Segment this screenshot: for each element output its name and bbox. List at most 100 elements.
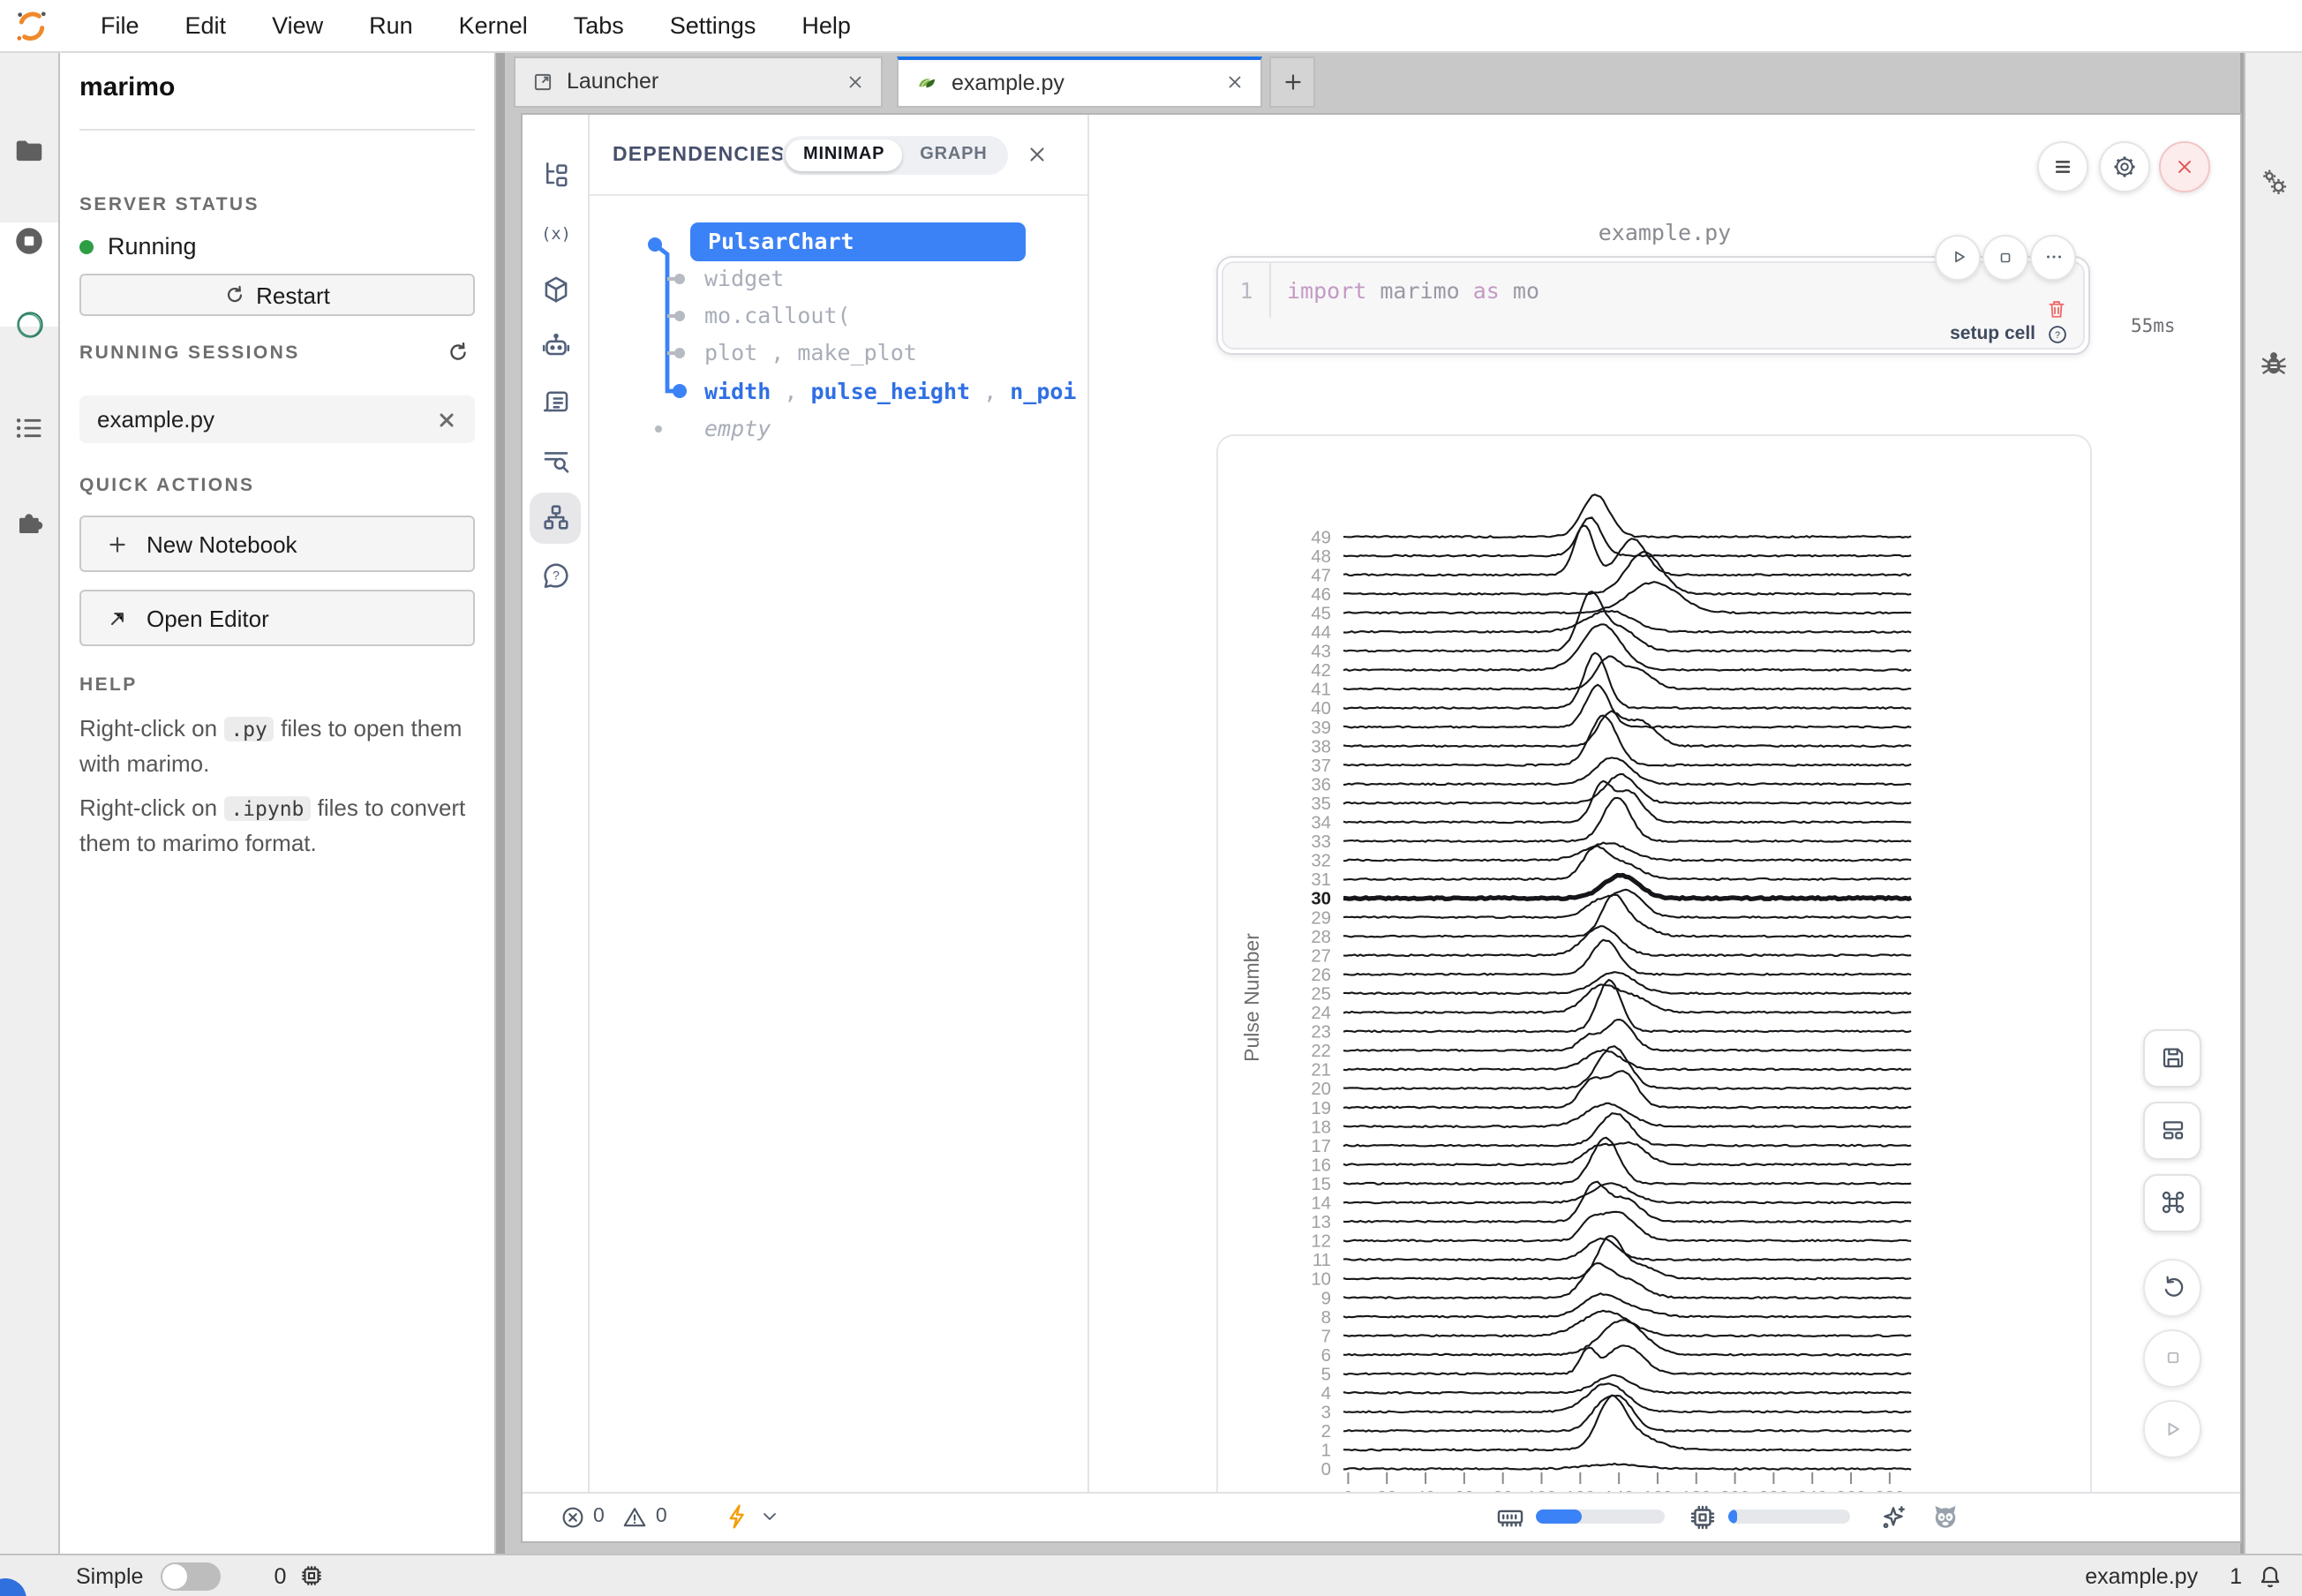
logs-button[interactable]	[523, 379, 588, 425]
svg-text:0: 0	[1321, 1460, 1331, 1479]
marimo-cat-icon[interactable]	[1930, 1501, 1961, 1532]
tab-example-label: example.py	[952, 70, 1064, 94]
undo-icon	[2158, 1273, 2186, 1301]
warnings-icon[interactable]	[622, 1503, 649, 1530]
run-mode-bolt-icon[interactable]	[724, 1502, 752, 1531]
session-item[interactable]: example.py	[79, 395, 475, 443]
statusbar-filename[interactable]: example.py	[2085, 1563, 2198, 1588]
variables-button[interactable]: (x)	[523, 209, 588, 255]
new-tab-button[interactable]	[1269, 56, 1315, 107]
menu-edit[interactable]: Edit	[162, 0, 250, 51]
stop-square-icon	[2160, 1345, 2185, 1370]
layout-panels-icon	[2158, 1116, 2186, 1144]
packages-button[interactable]	[523, 266, 588, 312]
file-tree-button[interactable]	[523, 151, 588, 197]
tree-node-callout[interactable]: mo.callout(	[704, 297, 851, 334]
svg-text:Pulse Number: Pulse Number	[1240, 933, 1263, 1062]
dependencies-button[interactable]	[523, 493, 588, 539]
simple-mode-toggle[interactable]	[161, 1562, 221, 1590]
debugger-tab[interactable]	[2246, 343, 2302, 385]
marimo-ring-icon	[11, 307, 47, 343]
layout-button[interactable]	[2143, 1101, 2201, 1159]
svg-text:16: 16	[1311, 1156, 1331, 1175]
chevron-down-icon[interactable]	[759, 1506, 780, 1527]
svg-text:25: 25	[1311, 984, 1331, 1004]
arrow-up-right-icon	[106, 606, 129, 629]
setup-cell-footer: setup cell ?	[1223, 317, 2083, 350]
table-of-contents-tab[interactable]	[0, 406, 58, 448]
menu-kernel[interactable]: Kernel	[436, 0, 551, 51]
notebook-settings-button[interactable]	[2099, 140, 2150, 192]
bell-icon[interactable]	[2256, 1562, 2284, 1590]
run-cell-button[interactable]	[1935, 234, 1981, 280]
close-session-icon[interactable]	[436, 409, 457, 430]
notebook-footer: 0 0	[523, 1491, 2240, 1540]
menu-tabs[interactable]: Tabs	[551, 0, 647, 51]
tree-node-width-pulse-height[interactable]: width , pulse_height , n_poi	[704, 372, 1077, 409]
menu-file[interactable]: File	[78, 0, 162, 51]
tree-node-pulsarchart[interactable]: PulsarChart	[690, 222, 1026, 260]
ellipsis-icon	[2042, 245, 2065, 268]
errors-icon[interactable]	[560, 1503, 586, 1530]
variables-icon: (x)	[538, 216, 573, 248]
play-icon	[1946, 245, 1969, 268]
error-count: 0	[593, 1506, 605, 1527]
cell-more-button[interactable]	[2030, 234, 2076, 280]
extensions-tab[interactable]	[0, 501, 58, 544]
svg-text:27: 27	[1311, 946, 1331, 966]
run-all-button[interactable]	[2143, 1399, 2201, 1457]
ipynb-extension-chip: .ipynb	[223, 796, 311, 821]
save-notebook-button[interactable]	[2143, 1028, 2201, 1087]
svg-text:4: 4	[1321, 1384, 1331, 1404]
ai-sparkle-icon[interactable]	[1878, 1502, 1908, 1532]
keyboard-shortcuts-button[interactable]	[2143, 1173, 2201, 1231]
tree-node-plot[interactable]: plot , make_plot	[704, 334, 917, 371]
menu-settings[interactable]: Settings	[647, 0, 779, 51]
running-kernels-tab[interactable]	[0, 219, 58, 261]
svg-text:49: 49	[1311, 528, 1331, 547]
shutdown-button[interactable]	[2159, 140, 2210, 192]
svg-text:6: 6	[1321, 1346, 1331, 1366]
file-browser-tab[interactable]	[0, 129, 58, 171]
svg-text:?: ?	[552, 568, 559, 583]
tree-node-widget[interactable]: widget	[704, 260, 784, 297]
chip-icon[interactable]	[298, 1562, 325, 1589]
gears-icon	[2257, 165, 2291, 199]
refresh-sessions-icon[interactable]	[447, 341, 470, 364]
tree-node-empty[interactable]: empty	[704, 410, 771, 447]
menu-run[interactable]: Run	[346, 0, 436, 51]
notebook-canvas: example.py 1 import marimo as mo setup c…	[1089, 114, 2240, 1493]
ai-assistant-button[interactable]	[523, 322, 588, 368]
setup-help-icon[interactable]: ?	[2046, 322, 2069, 345]
notification-blob	[0, 1578, 26, 1596]
notebook-menu-button[interactable]	[2037, 140, 2088, 192]
restart-button[interactable]: Restart	[79, 274, 475, 316]
svg-text:45: 45	[1311, 604, 1331, 623]
folder-icon	[12, 133, 46, 167]
running-sessions-heading: RUNNING SESSIONS	[79, 343, 300, 364]
menu-view[interactable]: View	[249, 0, 346, 51]
svg-text:1: 1	[1321, 1442, 1331, 1461]
py-extension-chip: .py	[223, 717, 275, 742]
stop-cell-button[interactable]	[1982, 234, 2028, 280]
undo-button[interactable]	[2143, 1258, 2201, 1316]
interrupt-button[interactable]	[2143, 1329, 2201, 1387]
code-content[interactable]: import marimo as mo	[1287, 276, 1539, 303]
svg-text:36: 36	[1311, 775, 1331, 794]
bug-icon	[2258, 348, 2290, 380]
marimo-panel-tab[interactable]	[0, 304, 58, 346]
svg-text:42: 42	[1311, 661, 1331, 681]
snippets-button[interactable]	[523, 437, 588, 483]
svg-text:33: 33	[1311, 832, 1331, 852]
scroll-icon	[539, 386, 571, 418]
close-tab-icon[interactable]	[846, 72, 865, 91]
new-notebook-button[interactable]: New Notebook	[79, 516, 475, 572]
close-tab-icon[interactable]	[1225, 72, 1245, 92]
tab-launcher[interactable]: Launcher	[514, 56, 883, 107]
tab-example-py[interactable]: example.py	[897, 56, 1262, 107]
menu-help[interactable]: Help	[779, 0, 874, 51]
open-editor-button[interactable]: Open Editor	[79, 590, 475, 646]
property-inspector-tab[interactable]	[2246, 161, 2302, 203]
help-button[interactable]: ?	[523, 552, 588, 598]
cpu-icon	[1688, 1502, 1718, 1532]
